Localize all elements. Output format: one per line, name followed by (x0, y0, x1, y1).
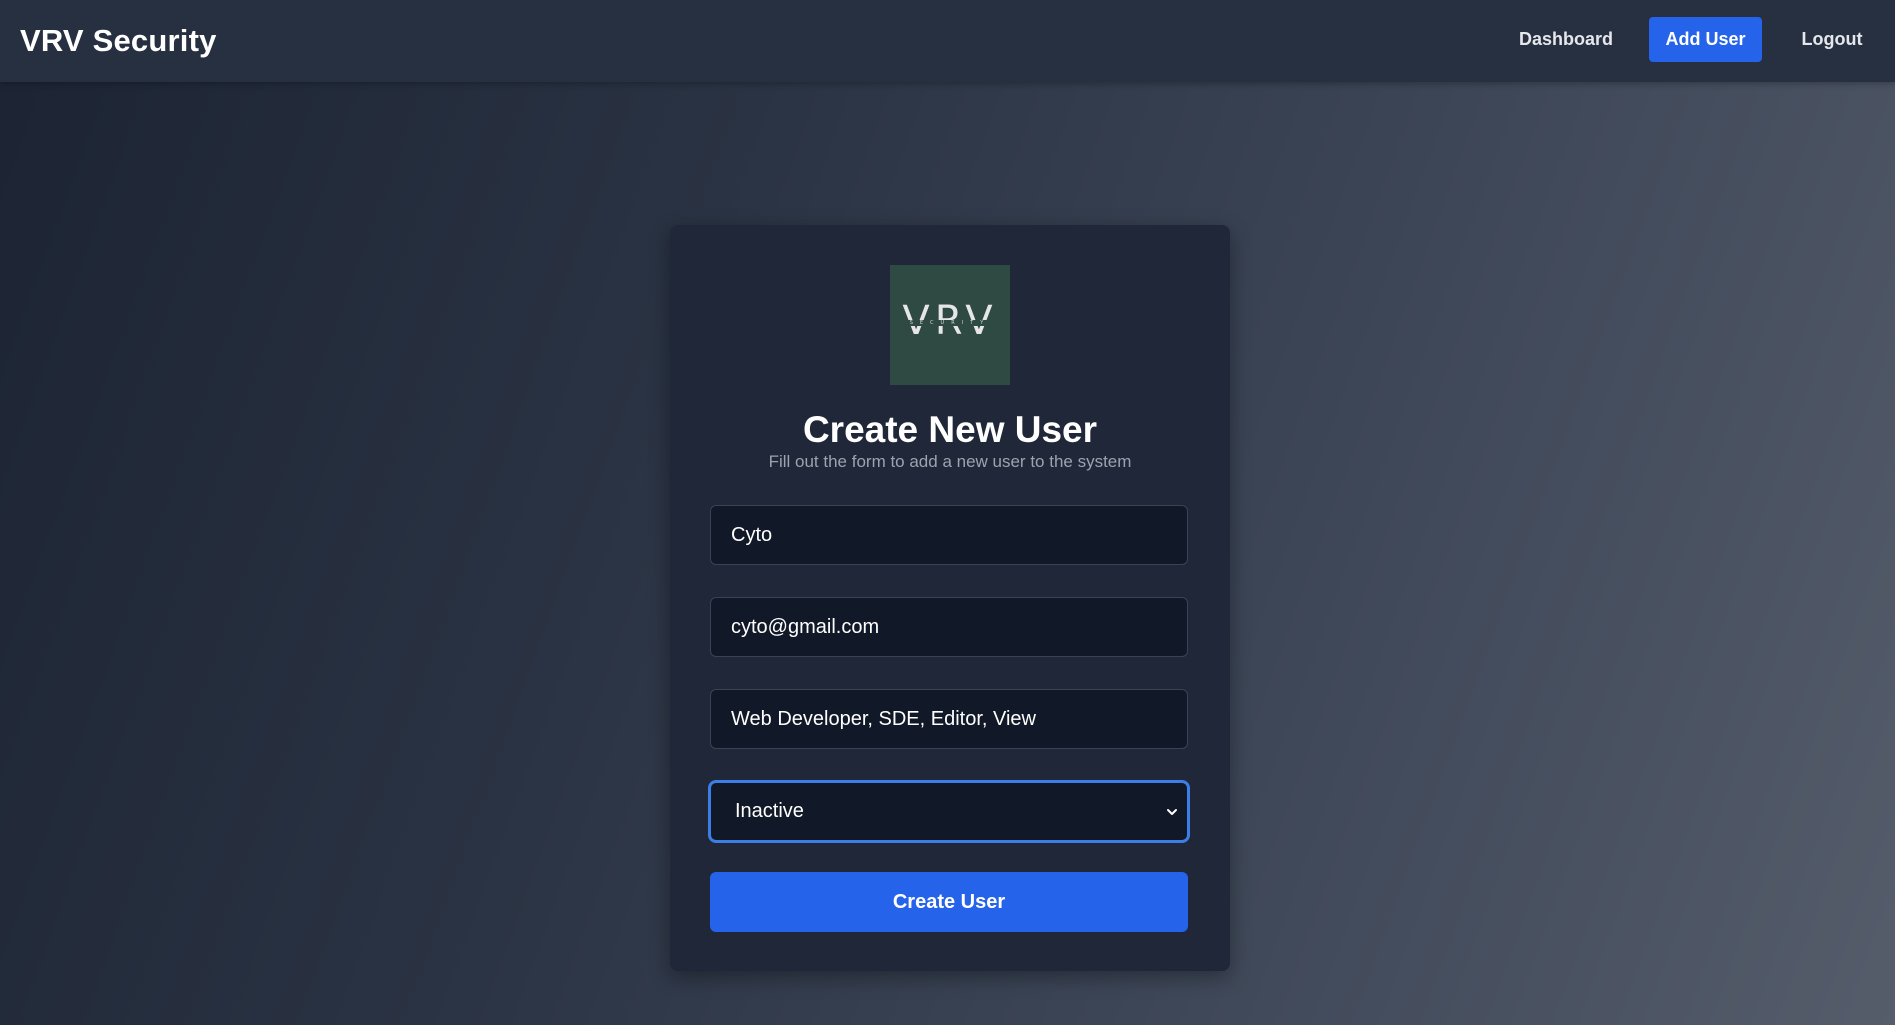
nav-dashboard-link[interactable]: Dashboard (1508, 17, 1624, 62)
logo-subtext: SECURITY (890, 320, 1010, 326)
vrv-logo: VRV SECURITY (890, 265, 1010, 385)
name-input[interactable]: Cyto (710, 505, 1188, 565)
roles-input[interactable]: Web Developer, SDE, Editor, View (710, 689, 1188, 749)
status-select-value: Inactive (735, 800, 804, 822)
form-subtitle: Fill out the form to add a new user to t… (768, 452, 1132, 471)
nav-logout-link[interactable]: Logout (1792, 17, 1872, 62)
top-navbar: VRV Security Dashboard Add User Logout (0, 0, 1895, 82)
email-input[interactable]: cyto@gmail.com (710, 597, 1188, 657)
create-user-card: VRV SECURITY Create New User Fill out th… (670, 225, 1230, 971)
chevron-down-icon (1167, 809, 1177, 815)
nav-add-user-button[interactable]: Add User (1649, 17, 1762, 62)
create-user-button[interactable]: Create User (710, 872, 1188, 932)
form-title: Create New User (802, 409, 1098, 450)
brand-title[interactable]: VRV Security (20, 22, 217, 60)
status-select[interactable]: Inactive (708, 780, 1190, 843)
